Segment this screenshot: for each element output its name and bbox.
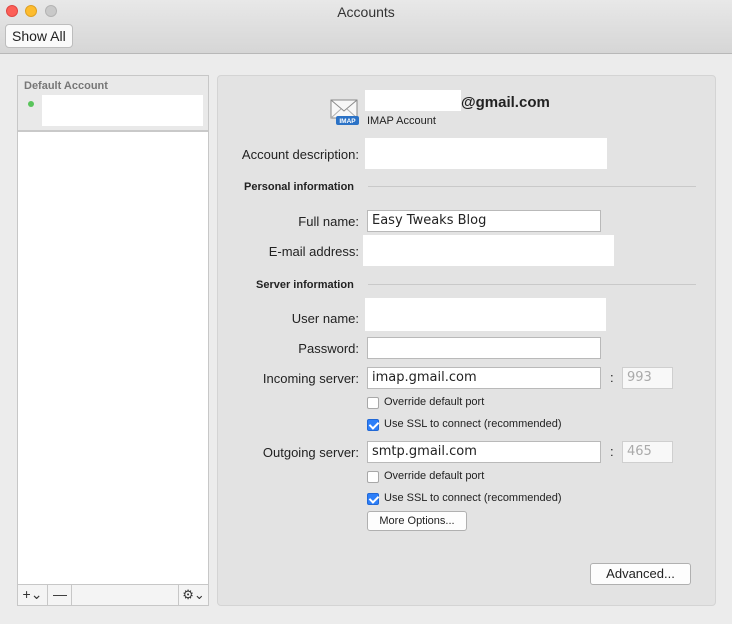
- add-account-button[interactable]: +⌄: [18, 585, 48, 605]
- full-name-label: Full name:: [298, 214, 359, 229]
- outgoing-override-port-label: Override default port: [384, 470, 485, 482]
- window-title: Accounts: [337, 4, 395, 20]
- personal-divider: [368, 186, 696, 187]
- imap-badge-text: IMAP: [339, 118, 356, 125]
- default-account-header: Default Account: [24, 80, 108, 92]
- outgoing-override-port-checkbox[interactable]: [367, 471, 379, 483]
- outgoing-ssl-label: Use SSL to connect (recommended): [384, 492, 562, 504]
- server-divider: [368, 284, 696, 285]
- email-address-label: E-mail address:: [268, 244, 359, 259]
- redacted-account-name: [42, 95, 203, 126]
- incoming-server-input[interactable]: imap.gmail.com: [367, 367, 601, 389]
- accounts-sidebar: Default Account +⌄ — ⚙⌄: [17, 75, 209, 606]
- default-account-item[interactable]: Default Account: [18, 76, 208, 132]
- incoming-ssl-label: Use SSL to connect (recommended): [384, 418, 562, 430]
- outgoing-ssl-checkbox[interactable]: [367, 493, 379, 505]
- outgoing-server-input[interactable]: smtp.gmail.com: [367, 441, 601, 463]
- incoming-ssl-checkbox[interactable]: [367, 419, 379, 431]
- account-email-suffix: @gmail.com: [461, 94, 550, 111]
- gear-menu-button[interactable]: ⚙⌄: [178, 585, 208, 605]
- sidebar-footer: +⌄ — ⚙⌄: [18, 584, 208, 605]
- advanced-button[interactable]: Advanced...: [590, 563, 691, 585]
- incoming-override-port-checkbox[interactable]: [367, 397, 379, 409]
- personal-information-heading: Personal information: [244, 181, 355, 193]
- account-description-input[interactable]: [365, 138, 607, 169]
- show-all-button[interactable]: Show All: [5, 24, 73, 48]
- outgoing-server-label: Outgoing server:: [262, 445, 359, 460]
- full-name-input[interactable]: Easy Tweaks Blog: [367, 210, 601, 232]
- incoming-port-colon: :: [610, 370, 614, 385]
- incoming-port-input[interactable]: 993: [622, 367, 673, 389]
- title-bar: Accounts Show All: [0, 0, 732, 54]
- password-label: Password:: [298, 341, 359, 356]
- mail-envelope-icon: IMAP: [330, 99, 359, 125]
- incoming-override-port-label: Override default port: [384, 396, 485, 408]
- account-type-label: IMAP Account: [367, 115, 436, 127]
- user-name-label: User name:: [291, 311, 359, 326]
- account-settings-panel: IMAP @gmail.com IMAP Account Account des…: [217, 75, 716, 606]
- remove-account-button[interactable]: —: [49, 585, 72, 605]
- outgoing-port-input[interactable]: 465: [622, 441, 673, 463]
- incoming-server-label: Incoming server:: [262, 371, 359, 386]
- more-options-button[interactable]: More Options...: [367, 511, 467, 531]
- redacted-email-local-part: [365, 90, 461, 111]
- account-status-dot: [28, 101, 34, 107]
- email-address-input[interactable]: [363, 235, 614, 266]
- server-information-heading: Server information: [256, 279, 354, 291]
- user-name-input[interactable]: [365, 298, 606, 331]
- outgoing-port-colon: :: [610, 444, 614, 459]
- password-input[interactable]: [367, 337, 601, 359]
- account-description-label: Account description:: [241, 147, 359, 162]
